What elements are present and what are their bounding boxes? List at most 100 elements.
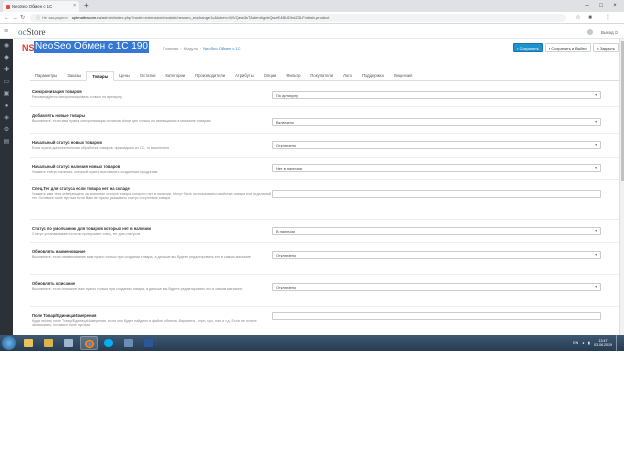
save-label: Сохранить (519, 46, 539, 51)
opencart-logo[interactable]: ocStore (18, 26, 46, 38)
breadcrumb-current[interactable]: NeoSeo Обмен с 1С (203, 46, 240, 51)
out-of-stock-tag-input[interactable] (272, 190, 601, 198)
menu-toggle-icon[interactable]: ≡ (4, 25, 8, 39)
add-new-products-select[interactable]: Включено ▾ (272, 118, 601, 126)
skype-taskbar-icon[interactable] (100, 336, 118, 350)
unit-field-input[interactable] (272, 312, 601, 320)
logout-icon: ⏻ (614, 29, 618, 35)
avatar[interactable] (586, 29, 593, 35)
dropdown-caret-icon: ▾ (595, 166, 597, 170)
dropdown-caret-icon: ▾ (595, 120, 597, 124)
save-icon: ▪ (517, 46, 519, 51)
product-sync-select[interactable]: По артикулу ▾ (272, 91, 601, 99)
app-taskbar-icon[interactable] (60, 336, 78, 350)
setting-label: Поле Товар/ЕдиницаИзмерения (32, 313, 97, 318)
insecure-label: Не защищено (42, 15, 68, 20)
clock-date: 03.06.2019 (594, 343, 612, 347)
network-taskbar-icon[interactable] (120, 336, 138, 350)
tab-logs[interactable]: Лого (338, 71, 357, 80)
setting-row: Начальный статус наличия новых товаров У… (30, 158, 624, 180)
tab-attributes[interactable]: Атрибуты (230, 71, 259, 80)
customers-icon[interactable]: ● (3, 103, 10, 110)
word-taskbar-icon[interactable] (140, 336, 158, 350)
browser-menu-icon[interactable]: ⋮ (604, 14, 612, 22)
tab-stock[interactable]: Остатки (135, 71, 161, 80)
browser-tab[interactable]: NeoSeo Обмен с 1С × (3, 1, 79, 12)
page-scrollbar[interactable] (619, 39, 624, 335)
tab-manufacturers[interactable]: Производители (190, 71, 230, 80)
dropdown-caret-icon: ▾ (595, 285, 597, 289)
tab-prices[interactable]: Цены (114, 71, 135, 80)
update-description-select[interactable]: Отключено ▾ (272, 283, 601, 291)
setting-row: Добавлять новые товары Выключите, если в… (30, 107, 624, 134)
neoseo-badge: NS (22, 43, 35, 53)
browser-tabbar: NeoSeo Обмен с 1С × + – □ × (0, 0, 624, 12)
start-button[interactable] (2, 336, 16, 350)
tab-support[interactable]: Поддержка (357, 71, 389, 80)
language-indicator[interactable]: EN (573, 341, 578, 345)
design-icon[interactable]: ▭ (3, 79, 10, 86)
tab-filter[interactable]: Фильтр (281, 71, 305, 80)
setting-row: Поле Товар/ЕдиницаИзмерения Куда писать … (30, 307, 624, 335)
bookmark-star-icon[interactable]: ☆ (574, 14, 582, 22)
save-button[interactable]: ▪ Сохранить (513, 43, 543, 52)
stock-status-select[interactable]: Нет в наличии ▾ (272, 164, 601, 172)
tab-products[interactable]: Товары (86, 71, 115, 81)
reports-icon[interactable]: ▤ (3, 139, 10, 146)
setting-row: Спец.Тег для статуса если товара нет на … (30, 180, 624, 220)
url-field[interactable]: ⓘ Не защищено optmattracom.ru/admin/index.… (30, 14, 566, 22)
info-icon[interactable]: ⓘ (36, 15, 40, 20)
save-and-close-button[interactable]: ▪ Сохранить и Выйти (544, 43, 591, 52)
folder-taskbar-icon[interactable] (40, 336, 58, 350)
clock[interactable]: 13:47 03.06.2019 (594, 339, 612, 348)
tab-close-icon[interactable]: × (73, 1, 76, 12)
volume-icon[interactable]: ◂ (582, 341, 584, 345)
dashboard-icon[interactable]: ◉ (3, 43, 10, 50)
reload-icon[interactable]: ↻ (20, 12, 25, 24)
close-button[interactable]: × Закрыть (592, 43, 619, 52)
blank-area (0, 351, 624, 471)
extensions-icon[interactable]: ✚ (3, 67, 10, 74)
back-arrow-icon[interactable]: ← (4, 12, 10, 24)
tab-params[interactable]: Параметры (30, 71, 62, 80)
logout-link[interactable]: Выход ⏻ (601, 30, 618, 35)
setting-help: Куда писать поле Товар/ЕдиницаИзмерения,… (32, 319, 257, 328)
breadcrumb-home[interactable]: Главная (163, 46, 178, 51)
minimize-button[interactable]: – (580, 0, 594, 12)
setting-help: Укажите статус наличия, который нужно вы… (32, 170, 158, 174)
dropdown-caret-icon: ▾ (595, 143, 597, 147)
settings-tabs: Параметры Заказы Товары Цены Остатки Кат… (30, 71, 624, 81)
forward-arrow-icon[interactable]: → (12, 12, 18, 24)
window-close-button[interactable]: × (608, 0, 622, 12)
sales-icon[interactable]: ▣ (3, 91, 10, 98)
page-title: NeoSeo Обмен с 1С 190 (34, 41, 149, 53)
setting-help: Рекомендуется синхронизировать только по… (32, 95, 122, 99)
setting-label: Обновлять описание (32, 281, 76, 286)
extension-icon[interactable]: ■ (586, 14, 594, 22)
breadcrumb: Главная › Модули › NeoSeo Обмен с 1С (163, 46, 241, 51)
window-controls: – □ × (580, 0, 622, 12)
breadcrumb-modules[interactable]: Модули (184, 46, 198, 51)
update-name-select[interactable]: Отключено ▾ (272, 251, 601, 259)
setting-row: Начальный статус новых товаров Если нужн… (30, 134, 624, 158)
setting-label: Начальный статус новых товаров (32, 140, 102, 145)
catalog-icon[interactable]: ◆ (3, 55, 10, 62)
tab-options[interactable]: Опции (259, 71, 282, 80)
network-icon[interactable]: ▮ (588, 341, 590, 345)
tab-customers[interactable]: Покупатели (305, 71, 338, 80)
chrome-taskbar-icon[interactable] (80, 336, 98, 350)
tab-categories[interactable]: Категории (160, 71, 190, 80)
system-icon[interactable]: ⚙ (3, 127, 10, 134)
new-product-status-select[interactable]: Отключено ▾ (272, 141, 601, 149)
setting-help: Выключите, если вам нужна синхронизация … (32, 119, 211, 123)
maximize-button[interactable]: □ (594, 0, 608, 12)
setting-row: Обновлять описание Выключите, если описа… (30, 275, 624, 307)
tab-license[interactable]: Лицензия (389, 71, 418, 80)
explorer-taskbar-icon[interactable] (20, 336, 38, 350)
setting-row: Обновлять наименование Выключите, если н… (30, 243, 624, 275)
marketing-icon[interactable]: ◈ (3, 115, 10, 122)
show-desktop-button[interactable] (616, 335, 620, 351)
tab-orders[interactable]: Заказы (62, 71, 86, 80)
new-tab-button[interactable]: + (84, 1, 89, 11)
default-status-select[interactable]: В наличии ▾ (272, 227, 601, 235)
